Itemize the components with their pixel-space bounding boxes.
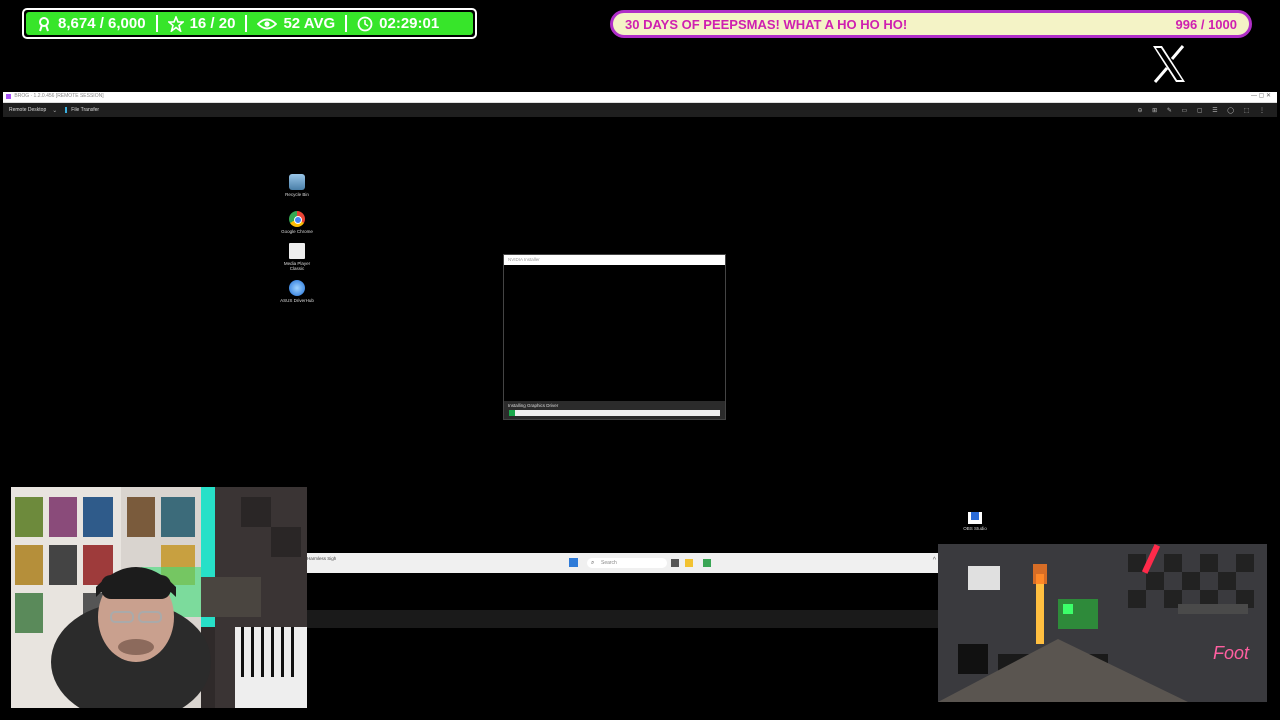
person-icon <box>39 16 49 31</box>
driverhub-icon <box>289 280 305 296</box>
webcam-feed-streamer <box>11 487 307 708</box>
x-logo-icon <box>1153 45 1185 83</box>
tray-chevron-icon[interactable]: ^ <box>933 557 936 564</box>
desktop-icon-chrome[interactable]: Google Chrome <box>277 211 317 234</box>
window-controls[interactable]: — ▢ ✕ <box>1251 92 1271 101</box>
desktop-icons: Recycle Bin Google Chrome Media Player C… <box>277 174 317 303</box>
viewers-value: 52 AVG <box>283 15 336 32</box>
goal-progress: 996 / 1000 <box>1175 16 1237 32</box>
desktop-icon-label: Google Chrome <box>281 229 313 234</box>
install-progress-fill <box>509 410 516 416</box>
remote-toolbar: Remote Desktop ⌄ File Transfer ⊖ ⊞ ✎ ▭ ▢… <box>3 103 1277 117</box>
tab-remote-desktop[interactable]: Remote Desktop <box>3 107 52 113</box>
webcam-feed-room: Foot <box>938 544 1267 702</box>
lower-strip <box>307 610 938 628</box>
installer-status: Installing Graphics Driver <box>508 403 559 408</box>
stream-stats-bar: 8,674 / 6,000 16 / 20 52 AVG 02:29:01 <box>22 8 477 39</box>
sub-goal-bar: 30 DAYS OF PEEPSMAS! WHAT A HO HO HO! 99… <box>610 10 1252 38</box>
remote-window-titlebar[interactable]: BROG · 1.2.0.456 [REMOTE SESSION] — ▢ ✕ <box>3 92 1277 103</box>
subs-value: 16 / 20 <box>189 15 236 32</box>
media-player-icon <box>289 243 305 259</box>
install-progress-bar <box>509 410 720 416</box>
obs-icon <box>968 512 982 524</box>
installer-window[interactable]: NVIDIA Installer Installing Graphics Dri… <box>503 254 726 420</box>
app-icon <box>6 94 11 99</box>
chrome-icon <box>289 211 305 227</box>
app-taskbar-icon[interactable] <box>703 559 711 567</box>
eye-icon <box>257 18 278 29</box>
room-camera-image: Foot <box>938 544 1267 702</box>
toolbar-icons[interactable]: ⊖ ⊞ ✎ ▭ ▢ ☰ ◯ ⬚ ⋮ <box>1137 107 1277 114</box>
desktop-icon-label: Media Player Classic <box>283 261 311 271</box>
file-explorer-icon[interactable] <box>685 559 693 567</box>
recycle-bin-icon <box>289 174 305 190</box>
desktop-icon-label: ASUS DriverHub <box>280 298 314 303</box>
star-icon <box>167 15 184 32</box>
search-placeholder: Search <box>601 560 617 566</box>
taskbar-search[interactable]: ⌕ Search <box>587 558 667 568</box>
tab-file-transfer[interactable]: File Transfer <box>65 107 99 113</box>
windows-taskbar: Harmless Sigh ⌕ Search ^ <box>307 553 938 573</box>
installer-title: NVIDIA Installer <box>504 255 725 265</box>
viewers-stat: 52 AVG <box>247 12 345 35</box>
webcam-image <box>11 487 307 708</box>
start-button[interactable] <box>569 558 578 567</box>
search-icon: ⌕ <box>591 560 595 566</box>
remote-window-title: BROG · 1.2.0.456 [REMOTE SESSION] <box>14 93 104 99</box>
obs-label: OBS Studio <box>963 526 987 531</box>
weather-widget[interactable]: Harmless Sigh <box>307 556 336 561</box>
weather-text: Harmless Sigh <box>307 556 337 561</box>
uptime-stat: 02:29:01 <box>347 12 449 35</box>
goal-title: 30 DAYS OF PEEPSMAS! WHAT A HO HO HO! <box>625 16 908 32</box>
uptime-value: 02:29:01 <box>379 15 440 32</box>
desktop-icon-label: Recycle Bin <box>285 192 309 197</box>
task-view-icon[interactable] <box>671 559 679 567</box>
installer-footer: Installing Graphics Driver <box>504 401 725 419</box>
desktop-icon-recycle-bin[interactable]: Recycle Bin <box>277 174 317 197</box>
desktop-icon-obs[interactable]: OBS Studio <box>962 510 988 531</box>
desktop-icon-media-player[interactable]: Media Player Classic <box>277 243 317 271</box>
chevron-down-icon[interactable]: ⌄ <box>52 107 65 114</box>
svg-text:Foot: Foot <box>1213 643 1250 663</box>
followers-value: 8,674 / 6,000 <box>58 15 146 32</box>
clock-icon <box>357 16 373 31</box>
desktop-icon-driverhub[interactable]: ASUS DriverHub <box>277 280 317 303</box>
followers-stat: 8,674 / 6,000 <box>26 12 156 35</box>
subs-stat: 16 / 20 <box>158 12 246 35</box>
